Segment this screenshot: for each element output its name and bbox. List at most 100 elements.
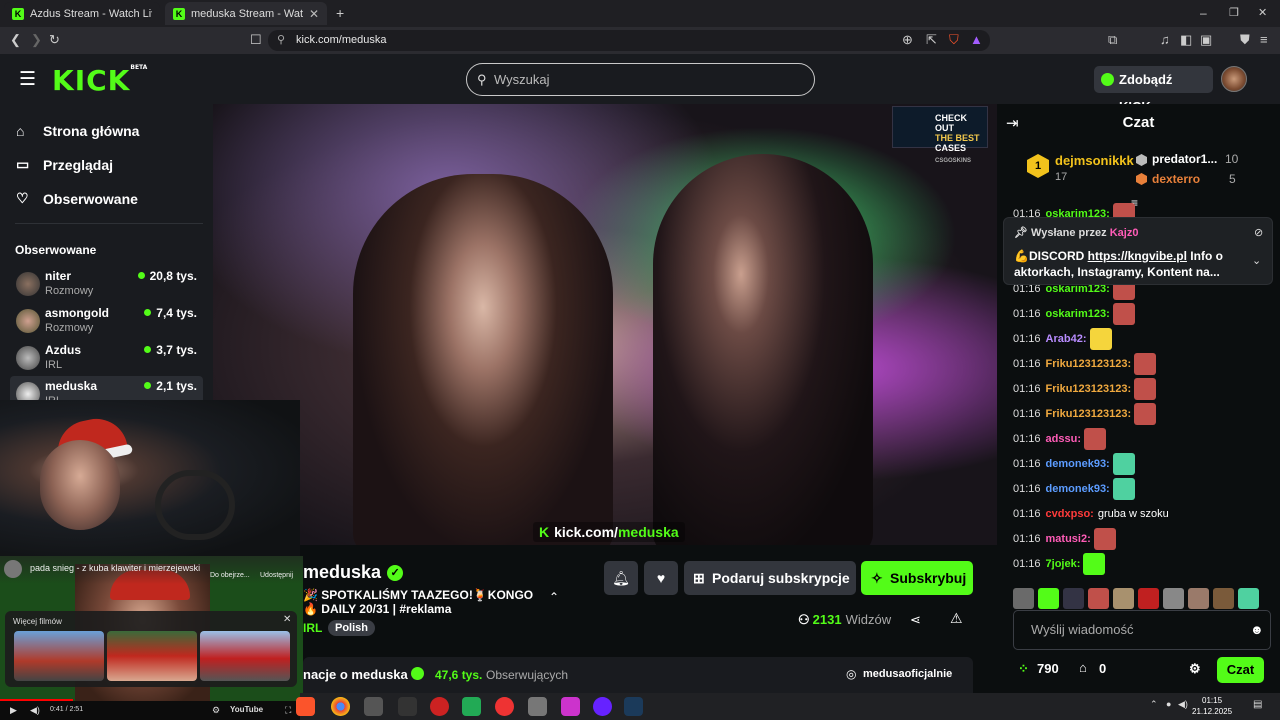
steam-taskbar-icon[interactable] <box>624 697 643 716</box>
hamburger-menu-icon[interactable]: ☰ <box>19 68 36 91</box>
emote-button[interactable] <box>1213 588 1234 609</box>
emote-button[interactable] <box>1163 588 1184 609</box>
speaker-icon[interactable]: ◀) <box>1178 699 1188 710</box>
app-taskbar-icon[interactable] <box>430 697 449 716</box>
stream-tag[interactable]: Polish <box>328 620 376 636</box>
close-window-button[interactable]: ✕ <box>1258 6 1267 19</box>
kick-logo[interactable]: KICKBETA <box>52 64 147 97</box>
report-icon[interactable]: ⚠ <box>950 610 963 627</box>
gifter-name[interactable]: dejmsonikkk <box>1055 153 1134 168</box>
notifications-icon[interactable]: ▤ <box>1253 699 1262 710</box>
zoom-icon[interactable]: ⊕ <box>902 33 913 47</box>
chat-input[interactable]: Wyślij wiadomość ☻ <box>1013 610 1271 650</box>
brave-shield-icon[interactable]: ⛉ <box>949 33 959 47</box>
user-avatar[interactable] <box>1221 66 1247 92</box>
followed-channel-azdus[interactable]: Azdus IRL 3,7 tys. <box>10 340 203 376</box>
followed-channel-asmongold[interactable]: asmongold Rozmowy 7,4 tys. <box>10 303 203 339</box>
sidebar-item-home[interactable]: ⌂ Strona główna <box>16 123 139 139</box>
followed-channel-niter[interactable]: niter Rozmowy 20,8 tys. <box>10 266 203 302</box>
gifter-name[interactable]: predator1... <box>1152 152 1217 166</box>
message-username[interactable]: matusi2: <box>1046 527 1091 551</box>
fullscreen-icon[interactable]: ⛶ <box>285 705 291 716</box>
message-username[interactable]: Friku123123123: <box>1046 402 1132 426</box>
expand-pinned-icon[interactable]: ⌄ <box>1252 254 1261 267</box>
emote-button[interactable] <box>1188 588 1209 609</box>
message-emote[interactable] <box>1134 403 1157 425</box>
url-field[interactable]: ⚲ kick.com/meduska <box>268 30 990 51</box>
emote-button[interactable] <box>1013 588 1034 609</box>
video-thumbnail[interactable] <box>107 631 197 681</box>
video-thumbnail[interactable] <box>200 631 290 681</box>
volume-icon[interactable]: ◀) <box>30 705 40 716</box>
get-kicks-button[interactable]: Zdobądź KICKs <box>1094 66 1213 114</box>
app-taskbar-icon[interactable] <box>593 697 612 716</box>
message-username[interactable]: oskarim123: <box>1046 302 1110 326</box>
watch-later-button[interactable]: Do obejrze... <box>210 572 250 579</box>
back-icon[interactable]: ❮ <box>10 33 21 47</box>
new-tab-button[interactable]: + <box>336 5 344 21</box>
message-emote[interactable] <box>1093 528 1116 550</box>
sidebar-item-browse[interactable]: ▭ Przeglądaj <box>16 156 113 173</box>
gifter-name[interactable]: dexterro <box>1152 172 1200 186</box>
message-emote[interactable] <box>1112 453 1135 475</box>
streamer-name[interactable]: meduska ✓ <box>303 562 404 583</box>
instagram-link[interactable]: medusaoficjalnie <box>863 668 952 680</box>
emote-button[interactable] <box>1038 588 1059 609</box>
message-username[interactable]: Friku123123123: <box>1046 377 1132 401</box>
share-icon[interactable]: ⋖ <box>910 612 921 628</box>
chat-settings-icon[interactable]: ⚙ <box>1189 661 1201 677</box>
brave-rewards-icon[interactable]: ▲ <box>970 33 983 47</box>
minimize-button[interactable]: – <box>1200 6 1207 20</box>
emote-button[interactable] <box>1088 588 1109 609</box>
emote-button[interactable] <box>1113 588 1134 609</box>
chrome-taskbar-icon[interactable] <box>331 697 350 716</box>
play-icon[interactable]: ▶ <box>10 705 17 716</box>
app-taskbar-icon[interactable] <box>364 697 383 716</box>
share-icon[interactable]: ⇱ <box>926 33 937 47</box>
pinned-link[interactable]: https://kngvibe.pl <box>1088 249 1187 263</box>
menu-icon[interactable]: ≡ <box>1260 33 1268 47</box>
app-taskbar-icon[interactable] <box>561 697 580 716</box>
message-emote[interactable] <box>1134 353 1157 375</box>
message-emote[interactable] <box>1112 478 1135 500</box>
emote-button[interactable] <box>1063 588 1084 609</box>
tray-chevron-icon[interactable]: ⌃ <box>1150 699 1158 710</box>
collapse-title-icon[interactable]: ⌃ <box>549 590 559 604</box>
sidebar-toggle-icon[interactable]: ◧ <box>1180 33 1192 47</box>
search-input[interactable]: ⚲ Wyszukaj <box>466 63 815 96</box>
message-username[interactable]: Arab42: <box>1046 327 1087 351</box>
subscribe-button[interactable]: ✧ Subskrybuj <box>861 561 973 595</box>
message-username[interactable]: demonek93: <box>1046 477 1110 501</box>
sponsor-banner[interactable]: CHECK OUT THE BEST CASES CSGOSKINS <box>892 106 988 164</box>
youtube-share-button[interactable]: Udostępnij <box>260 572 293 579</box>
sidebar-item-following[interactable]: ♡ Obserwowane <box>16 190 138 207</box>
pinned-author[interactable]: Kajz0 <box>1110 227 1139 239</box>
vpn-icon[interactable]: ⛊ <box>1240 33 1250 47</box>
stream-category[interactable]: IRL <box>303 621 322 635</box>
reload-icon[interactable]: ↻ <box>49 33 60 47</box>
extensions-icon[interactable]: ⧉ <box>1108 33 1117 47</box>
youtube-logo[interactable]: YouTube <box>230 705 263 714</box>
message-username[interactable]: adssu: <box>1046 427 1081 451</box>
settings-icon[interactable]: ⚙ <box>212 705 220 716</box>
brave-taskbar-icon[interactable] <box>296 697 315 716</box>
message-emote[interactable] <box>1112 303 1135 325</box>
message-emote[interactable] <box>1089 328 1112 350</box>
youtube-overlay[interactable]: pada snieg - z kuba klawiter i mierzejew… <box>0 556 303 720</box>
app-taskbar-icon[interactable] <box>495 697 514 716</box>
pinned-message[interactable]: 📌︎ Wysłane przez Kajz0 ⊘ 💪DISCORD https:… <box>1003 217 1273 285</box>
close-panel-icon[interactable]: ✕ <box>283 614 291 625</box>
maximize-button[interactable]: ❐ <box>1229 6 1239 19</box>
message-username[interactable]: cvdxpso: <box>1046 502 1094 526</box>
bookmark-icon[interactable]: ☐ <box>250 33 262 47</box>
emoji-picker-icon[interactable]: ☻ <box>1250 611 1264 649</box>
emote-button[interactable] <box>1238 588 1259 609</box>
send-chat-button[interactable]: Czat <box>1217 657 1264 683</box>
message-username[interactable]: 7jojek: <box>1046 552 1081 576</box>
message-emote[interactable] <box>1084 428 1106 450</box>
video-thumbnail[interactable] <box>14 631 104 681</box>
microphone-icon[interactable]: ● <box>1166 699 1171 709</box>
message-emote[interactable] <box>1083 553 1106 575</box>
forward-icon[interactable]: ❯ <box>31 33 42 47</box>
browser-tab-azdus[interactable]: K Azdus Stream - Watch Live on Kick <box>4 2 160 25</box>
